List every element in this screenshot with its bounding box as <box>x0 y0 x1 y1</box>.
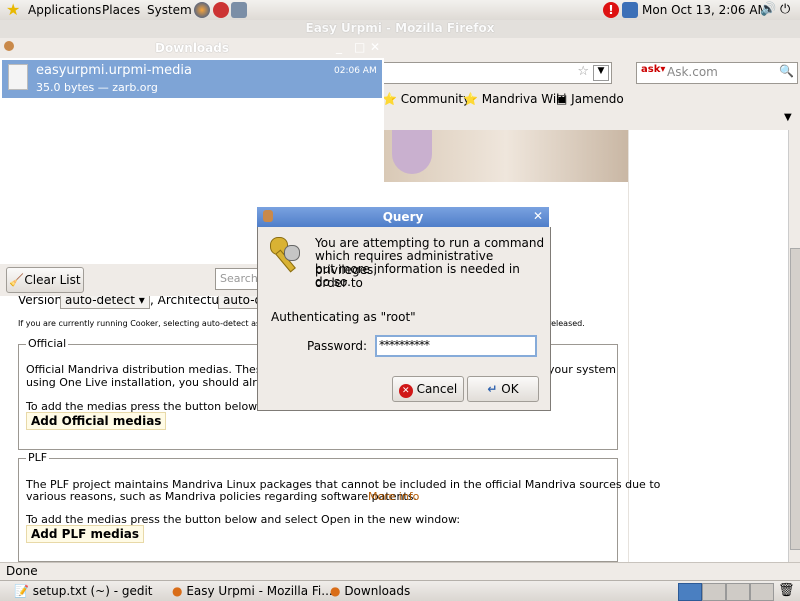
update-icon[interactable] <box>622 2 638 18</box>
bookmark-label: Community <box>400 92 471 106</box>
broom-icon: 🧹 <box>9 273 25 287</box>
official-text-1-end: your system <box>548 363 616 376</box>
page-right-column <box>628 130 789 562</box>
cancel-icon: ✕ <box>398 384 413 398</box>
search-input[interactable]: ask▾ Ask.com 🔍 <box>636 62 798 84</box>
query-dialog: You are attempting to run a command whic… <box>257 227 551 411</box>
maximize-icon[interactable]: □ <box>354 40 365 54</box>
top-panel: ★ Applications Places System ! Mon Oct 1… <box>0 0 800 21</box>
mail-launcher-icon[interactable] <box>213 2 229 18</box>
query-message-line-4: do so. <box>315 275 351 289</box>
firefox-window-title: Easy Urpmi - Mozilla Firefox <box>305 21 495 35</box>
task-firefox[interactable]: ● Easy Urpmi - Mozilla Fi... <box>172 584 333 598</box>
task-downloads[interactable]: ● Downloads <box>330 584 410 598</box>
ok-label: OK <box>501 382 519 396</box>
plf-fieldset <box>18 458 618 562</box>
task-label: setup.txt (~) - gedit <box>32 584 153 598</box>
firefox-launcher-icon[interactable] <box>194 2 210 18</box>
menu-applications[interactable]: Applications <box>28 3 101 17</box>
bookmark-jamendo[interactable]: ▣ Jamendo <box>556 92 624 106</box>
logout-icon[interactable]: ⏻ <box>780 2 796 18</box>
downloads-titlebar: Downloads _ □ ✕ <box>0 38 384 59</box>
network-launcher-icon[interactable] <box>231 2 247 18</box>
page-scrollbar[interactable] <box>788 130 800 562</box>
bookmark-star-icon[interactable]: ☆ <box>577 64 589 79</box>
clear-list-button[interactable]: 🧹Clear List <box>6 267 84 293</box>
bookmark-mandriva-wiki[interactable]: ⭐ Mandriva Wiki <box>463 92 566 106</box>
task-label: Easy Urpmi - Mozilla Fi... <box>186 584 333 598</box>
task-gedit[interactable]: 📝 setup.txt (~) - gedit <box>14 584 153 598</box>
banner-image <box>384 130 628 182</box>
alert-icon[interactable]: ! <box>603 2 619 18</box>
minimize-icon[interactable]: _ <box>336 40 342 54</box>
add-plf-medias-button[interactable]: Add PLF medias <box>26 525 145 543</box>
clear-list-label: Clear List <box>24 273 81 287</box>
close-icon[interactable]: ✕ <box>370 40 380 54</box>
released-note: released. <box>548 319 585 328</box>
password-label: Password: <box>307 339 368 353</box>
query-close-icon[interactable]: ✕ <box>533 209 543 223</box>
penguin-image <box>392 130 432 174</box>
mandriva-star-icon[interactable]: ★ <box>6 0 22 19</box>
menu-system[interactable]: System <box>147 3 192 17</box>
query-title: Query <box>382 210 424 224</box>
official-text-2: using One Live installation, you should … <box>26 376 294 389</box>
scrollbar-thumb[interactable] <box>790 248 800 550</box>
download-detail: 35.0 bytes — zarb.org <box>36 81 158 94</box>
workspace-3[interactable] <box>726 583 750 601</box>
search-placeholder: Ask.com <box>667 65 718 79</box>
workspace-1[interactable] <box>678 583 702 601</box>
query-message-line-1: You are attempting to run a command <box>315 236 545 250</box>
bookmark-label: Jamendo <box>571 92 624 106</box>
download-item[interactable]: easyurpmi.urpmi-media 35.0 bytes — zarb.… <box>2 60 382 98</box>
cooker-note: If you are currently running Cooker, sel… <box>18 319 273 328</box>
firefox-titlebar: Easy Urpmi - Mozilla Firefox <box>0 20 800 38</box>
volume-icon[interactable]: 🔊 <box>760 2 776 18</box>
more-info-link[interactable]: More info <box>368 490 419 503</box>
cancel-button[interactable]: ✕ Cancel <box>392 376 464 402</box>
firefox-task-icon: ● <box>172 584 183 598</box>
tab-list-icon[interactable]: ▼ <box>784 112 792 123</box>
trash-icon[interactable]: 🗑 <box>778 583 795 598</box>
bookmark-label: Mandriva Wiki <box>481 92 567 106</box>
bottom-panel: 📝 setup.txt (~) - gedit ● Easy Urpmi - M… <box>0 580 800 601</box>
ok-arrow-icon: ↵ <box>487 382 498 396</box>
downloads-task-icon: ● <box>330 584 341 598</box>
menu-places[interactable]: Places <box>102 3 140 17</box>
plf-text-2: various reasons, such as Mandriva polici… <box>26 490 417 503</box>
password-value: ********** <box>379 338 430 352</box>
downloads-title: Downloads <box>154 41 230 55</box>
search-magnifier-icon[interactable]: 🔍 <box>779 64 794 78</box>
url-dropdown-icon[interactable]: ▼ <box>593 65 609 81</box>
status-bar: Done <box>0 562 800 581</box>
firefox-toolbar <box>384 38 800 130</box>
clock[interactable]: Mon Oct 13, 2:06 AM <box>642 3 768 17</box>
ask-engine-icon[interactable]: ask▾ <box>641 64 665 75</box>
auth-label: Authenticating as "root" <box>271 310 416 324</box>
task-label: Downloads <box>344 584 411 598</box>
url-input[interactable]: ☆ ▼ <box>382 62 612 84</box>
download-filename: easyurpmi.urpmi-media <box>36 63 192 78</box>
password-input[interactable]: ********** <box>375 335 537 357</box>
workspace-4[interactable] <box>750 583 774 601</box>
cancel-label: Cancel <box>416 382 458 396</box>
query-titlebar: Query ✕ <box>257 207 549 227</box>
workspace-2[interactable] <box>702 583 726 601</box>
file-icon <box>8 64 28 90</box>
download-time: 02:06 AM <box>334 66 377 76</box>
plf-legend: PLF <box>26 451 50 464</box>
ok-button[interactable]: ↵ OK <box>467 376 539 402</box>
keys-icon <box>268 237 304 273</box>
official-legend: Official <box>26 337 69 350</box>
bookmark-community[interactable]: ⭐ Community <box>382 92 470 106</box>
add-official-medias-button[interactable]: Add Official medias <box>26 412 167 430</box>
status-text: Done <box>6 564 38 578</box>
